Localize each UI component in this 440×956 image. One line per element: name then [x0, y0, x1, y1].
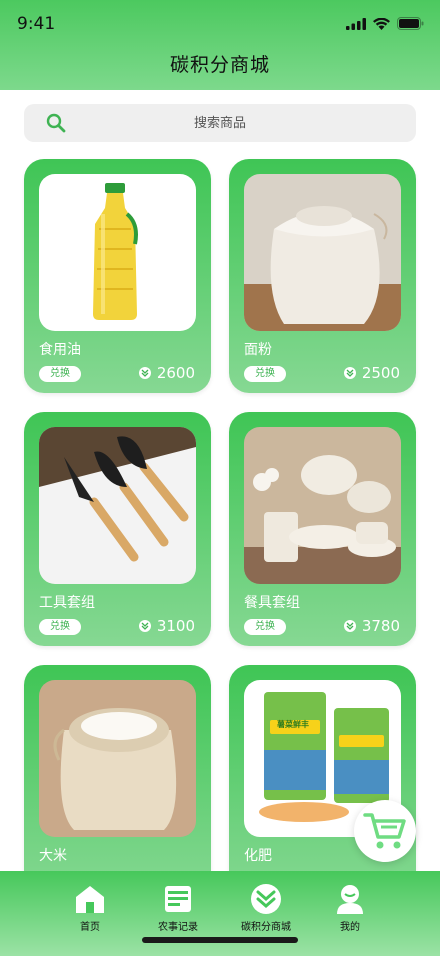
app-header: 9:41 碳积分商城 [0, 0, 440, 90]
product-name: 面粉 [244, 342, 272, 358]
product-points: 2600 [138, 364, 195, 382]
carbon-coin-icon [343, 367, 356, 379]
redeem-button[interactable]: 兑换 [39, 619, 81, 635]
tab-profile[interactable]: 我的 [305, 883, 395, 933]
home-icon [76, 886, 104, 913]
product-image-dinnerware-set[interactable] [244, 427, 401, 584]
redeem-button[interactable]: 兑换 [244, 366, 286, 382]
points-value: 2600 [156, 364, 195, 382]
points-value: 2500 [361, 364, 400, 382]
status-time: 9:41 [17, 14, 56, 34]
search-input[interactable] [84, 104, 356, 142]
wifi-icon [373, 17, 390, 30]
carbon-coin-icon [138, 367, 151, 379]
page-title: 碳积分商城 [169, 54, 270, 76]
bottom-tab-bar: 首页 农事记录 碳积分商城 我的 [0, 871, 440, 956]
battery-icon [397, 17, 424, 30]
redeem-button[interactable]: 兑换 [244, 619, 286, 635]
tab-home[interactable]: 首页 [45, 883, 135, 933]
tab-label: 我的 [340, 922, 360, 933]
home-indicator [142, 937, 298, 943]
product-name: 食用油 [39, 342, 81, 358]
product-points: 3780 [343, 617, 400, 635]
carbon-coin-icon [138, 620, 151, 632]
product-card[interactable]: 工具套组 兑换 3100 [24, 412, 211, 646]
tab-label: 首页 [80, 922, 100, 933]
carbon-coin-icon [343, 620, 356, 632]
product-card[interactable]: 食用油 兑换 2600 [24, 159, 211, 393]
product-image-oil[interactable] [39, 174, 196, 331]
tab-label: 碳积分商城 [241, 922, 291, 933]
product-points: 3100 [138, 617, 195, 635]
product-points: 2500 [343, 364, 400, 382]
search-bar[interactable] [24, 104, 416, 142]
signal-icon [346, 17, 366, 30]
product-name: 工具套组 [39, 595, 95, 611]
product-card[interactable]: 大米 [24, 665, 211, 899]
product-card[interactable]: 餐具套组 兑换 3780 [229, 412, 416, 646]
tab-carbon-mall[interactable]: 碳积分商城 [221, 883, 311, 933]
user-icon [337, 885, 363, 914]
search-icon[interactable] [46, 113, 66, 133]
points-value: 3100 [156, 617, 195, 635]
product-image-tool-set[interactable] [39, 427, 196, 584]
product-card[interactable]: 面粉 兑换 2500 [229, 159, 416, 393]
status-icons [346, 17, 424, 30]
redeem-button[interactable]: 兑换 [39, 366, 81, 382]
carbon-points-icon [251, 884, 281, 914]
product-image-rice[interactable] [39, 680, 196, 837]
tab-label: 农事记录 [158, 922, 198, 933]
cart-icon[interactable] [363, 811, 407, 851]
fertilizer-package-label: 薯菜鲜丰 [277, 720, 309, 729]
product-image-flour[interactable] [244, 174, 401, 331]
product-name: 大米 [39, 848, 67, 864]
points-value: 3780 [361, 617, 400, 635]
cart-button[interactable] [354, 800, 416, 862]
product-name: 餐具套组 [244, 595, 300, 611]
records-icon [165, 886, 191, 912]
product-card[interactable]: 薯菜鲜丰 化肥 [229, 665, 416, 899]
tab-farm-records[interactable]: 农事记录 [133, 883, 223, 933]
product-name: 化肥 [244, 848, 272, 864]
